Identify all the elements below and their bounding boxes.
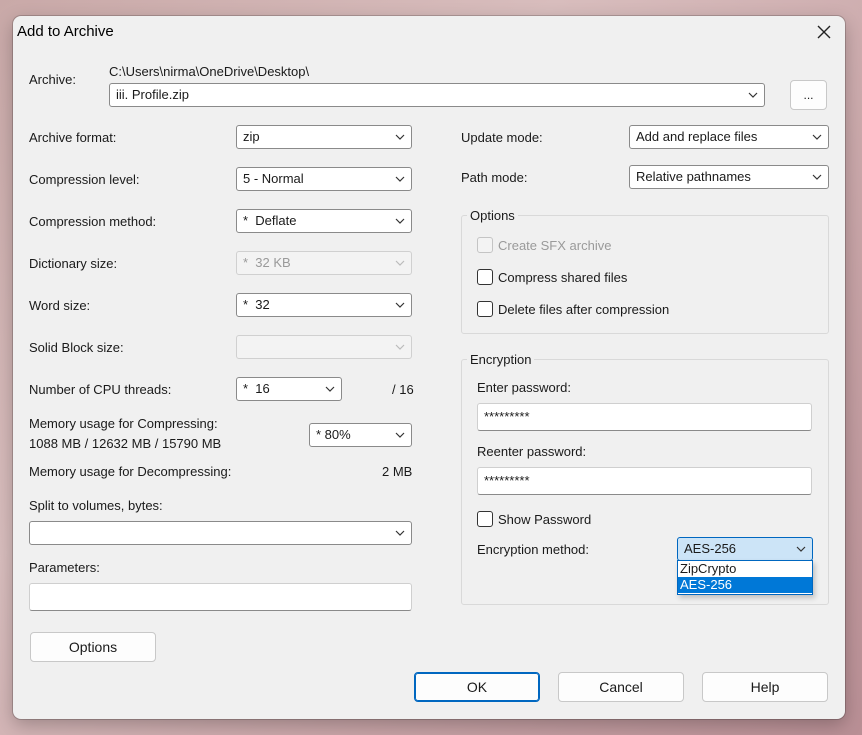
close-icon: [817, 25, 831, 39]
options-group-title: Options: [467, 208, 518, 223]
archive-name-value: iii. Profile.zip: [116, 87, 189, 102]
compression-method-label: Compression method:: [29, 214, 157, 229]
parameters-input[interactable]: [29, 583, 412, 611]
chevron-down-icon: [395, 530, 405, 536]
path-mode-combo[interactable]: Relative pathnames: [629, 165, 829, 189]
path-mode-value: Relative pathnames: [636, 169, 751, 184]
encryption-method-dropdown: ZipCrypto AES-256: [677, 560, 813, 595]
split-volumes-combo[interactable]: [29, 521, 412, 545]
solid-block-size-combo: [236, 335, 412, 359]
archive-name-combo[interactable]: iii. Profile.zip: [109, 83, 765, 107]
cpu-threads-label: Number of CPU threads:: [29, 382, 172, 397]
compress-shared-label: Compress shared files: [498, 269, 628, 285]
chevron-down-icon: [395, 176, 405, 182]
show-password-label: Show Password: [498, 511, 592, 527]
memory-decompress-label: Memory usage for Decompressing:: [29, 464, 232, 479]
cpu-threads-max: / 16: [392, 382, 414, 397]
dropdown-option-aes256[interactable]: AES-256: [678, 577, 812, 593]
close-button[interactable]: [809, 19, 839, 45]
dictionary-size-value: * 32 KB: [243, 255, 291, 270]
chevron-down-icon: [748, 92, 758, 98]
dictionary-size-combo: * 32 KB: [236, 251, 412, 275]
delete-after-label: Delete files after compression: [498, 301, 670, 317]
encryption-method-combo[interactable]: AES-256: [677, 537, 813, 561]
chevron-down-icon: [395, 218, 405, 224]
memory-compress-combo[interactable]: * 80%: [309, 423, 412, 447]
word-size-value: * 32: [243, 297, 270, 312]
reenter-password-input[interactable]: *********: [477, 467, 812, 495]
enter-password-label: Enter password:: [477, 380, 571, 395]
archive-format-combo[interactable]: zip: [236, 125, 412, 149]
update-mode-label: Update mode:: [461, 130, 543, 145]
cpu-threads-combo[interactable]: * 16: [236, 377, 342, 401]
options-button[interactable]: Options: [30, 632, 156, 662]
show-password-checkbox[interactable]: Show Password: [477, 511, 591, 527]
compression-level-combo[interactable]: 5 - Normal: [236, 167, 412, 191]
chevron-down-icon: [325, 386, 335, 392]
enter-password-input[interactable]: *********: [477, 403, 812, 431]
chevron-down-icon: [812, 174, 822, 180]
archive-label: Archive:: [29, 72, 76, 87]
split-volumes-label: Split to volumes, bytes:: [29, 498, 163, 513]
add-to-archive-dialog: Add to Archive Archive: C:\Users\nirma\O…: [13, 16, 845, 719]
checkbox-box: [477, 237, 493, 253]
compression-method-combo[interactable]: * Deflate: [236, 209, 412, 233]
checkbox-box[interactable]: [477, 511, 493, 527]
chevron-down-icon: [812, 134, 822, 140]
reenter-password-label: Reenter password:: [477, 444, 587, 459]
archive-format-label: Archive format:: [29, 130, 117, 145]
ok-button[interactable]: OK: [414, 672, 540, 702]
compress-shared-checkbox[interactable]: Compress shared files: [477, 269, 627, 285]
compression-level-label: Compression level:: [29, 172, 140, 187]
chevron-down-icon: [395, 302, 405, 308]
memory-compress-label: Memory usage for Compressing:: [29, 416, 218, 431]
archive-path: C:\Users\nirma\OneDrive\Desktop\: [109, 64, 310, 79]
memory-compress-value: * 80%: [316, 427, 351, 442]
memory-decompress-value: 2 MB: [382, 464, 413, 479]
cpu-threads-value: * 16: [243, 381, 270, 396]
dialog-title: Add to Archive: [17, 23, 114, 40]
compression-level-value: 5 - Normal: [243, 171, 304, 186]
memory-compress-detail: 1088 MB / 12632 MB / 15790 MB: [29, 436, 222, 451]
path-mode-label: Path mode:: [461, 170, 528, 185]
dictionary-size-label: Dictionary size:: [29, 256, 118, 271]
checkbox-box[interactable]: [477, 269, 493, 285]
checkbox-box[interactable]: [477, 301, 493, 317]
dropdown-option-zipcrypto[interactable]: ZipCrypto: [678, 561, 812, 577]
update-mode-combo[interactable]: Add and replace files: [629, 125, 829, 149]
encryption-method-label: Encryption method:: [477, 542, 590, 557]
create-sfx-checkbox: Create SFX archive: [477, 237, 611, 253]
browse-button[interactable]: ...: [790, 80, 827, 110]
encryption-method-value: AES-256: [684, 541, 737, 556]
word-size-label: Word size:: [29, 298, 91, 313]
cancel-button[interactable]: Cancel: [558, 672, 684, 702]
chevron-down-icon: [395, 344, 405, 350]
chevron-down-icon: [796, 546, 806, 552]
update-mode-value: Add and replace files: [636, 129, 758, 144]
chevron-down-icon: [395, 432, 405, 438]
solid-block-size-label: Solid Block size:: [29, 340, 124, 355]
compression-method-value: * Deflate: [243, 213, 297, 228]
create-sfx-label: Create SFX archive: [498, 237, 612, 253]
encryption-group-title: Encryption: [467, 352, 535, 367]
word-size-combo[interactable]: * 32: [236, 293, 412, 317]
chevron-down-icon: [395, 134, 405, 140]
help-button[interactable]: Help: [702, 672, 828, 702]
parameters-label: Parameters:: [29, 560, 100, 575]
archive-format-value: zip: [243, 129, 260, 144]
chevron-down-icon: [395, 260, 405, 266]
delete-after-checkbox[interactable]: Delete files after compression: [477, 301, 669, 317]
